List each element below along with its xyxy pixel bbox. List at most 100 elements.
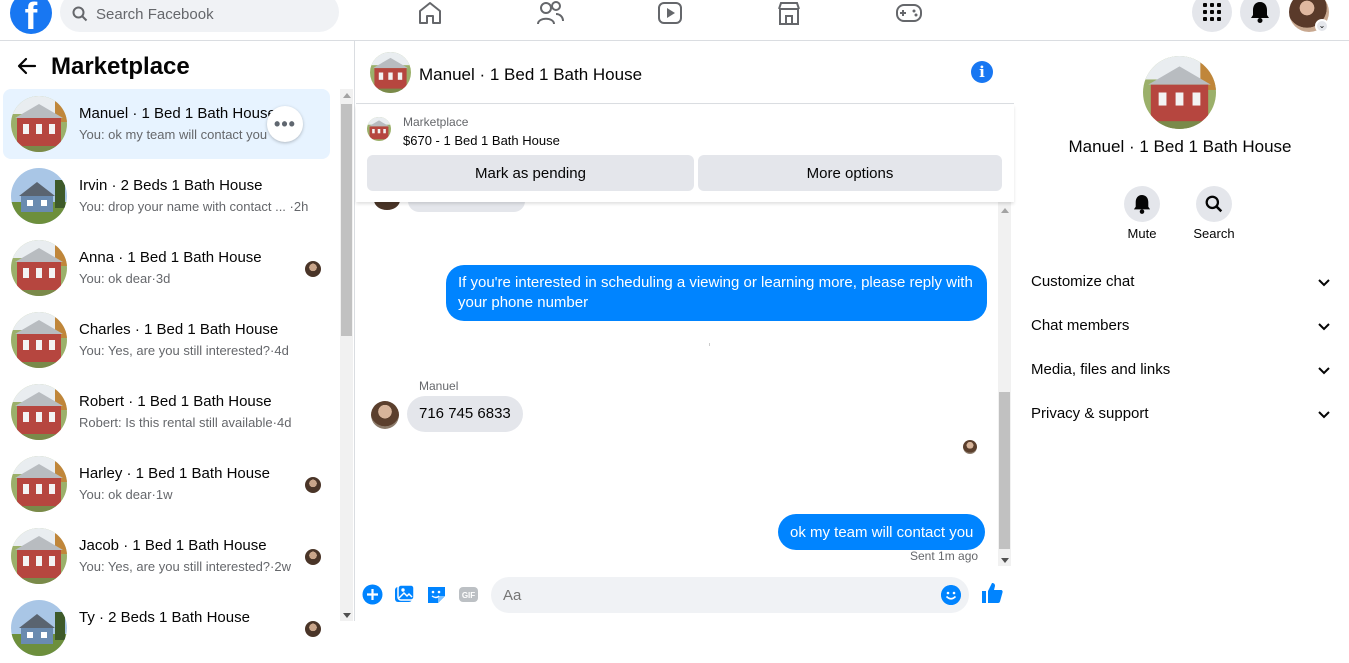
gif-icon[interactable]: GIF [458, 584, 479, 605]
sender-avatar[interactable] [371, 401, 399, 429]
banner-label: Marketplace [403, 115, 469, 129]
chat-title: Manuel · 1 Bed 1 Bath House [419, 65, 643, 84]
conversation-item[interactable]: Ty · 2 Beds 1 Bath House [3, 593, 330, 663]
participant-avatar [305, 477, 321, 493]
conversation-item[interactable]: Anna · 1 Bed 1 Bath House You: ok dear·3d [3, 233, 330, 303]
info-icon[interactable]: i [971, 61, 993, 83]
watch-icon[interactable] [656, 0, 684, 26]
facebook-logo[interactable]: f [10, 0, 52, 34]
message-bubble-outgoing[interactable]: ok my team will contact you [778, 514, 986, 550]
conversation-preview: You: Yes, are you still interested?·4d [79, 343, 289, 358]
marketplace-icon[interactable] [775, 0, 803, 26]
conversation-name: Ty · 2 Beds 1 Bath House [79, 609, 250, 626]
chevron-down-icon [1318, 411, 1330, 419]
conversation-thumbnail [11, 240, 67, 296]
conversation-thumbnail [11, 312, 67, 368]
conversation-thumbnail [11, 96, 67, 152]
conversation-item[interactable]: Charles · 1 Bed 1 Bath House You: Yes, ar… [3, 305, 330, 375]
section-label: Chat members [1031, 317, 1130, 334]
contact-name: Manuel · 1 Bed 1 Bath House [1068, 137, 1292, 156]
conversation-item[interactable]: Robert · 1 Bed 1 Bath House Robert: Is th… [3, 377, 330, 447]
search-conversation-button[interactable] [1196, 186, 1232, 222]
search-placeholder: Search Facebook [96, 5, 214, 23]
conversation-thumbnail [11, 456, 67, 512]
conversation-name: Irvin · 2 Beds 1 Bath House [79, 177, 263, 194]
top-navigation-bar: f Search Facebook ⌄ [0, 0, 1349, 41]
gaming-icon[interactable] [895, 0, 923, 26]
listing-thumbnail[interactable] [367, 117, 391, 141]
search-box[interactable]: Search Facebook [60, 0, 339, 32]
home-icon[interactable] [416, 0, 444, 26]
bell-icon [1133, 195, 1151, 214]
conversation-preview: You: Yes, are you still interested?·2w [79, 559, 291, 574]
chat-avatar[interactable] [370, 52, 411, 93]
conversation-thumbnail [11, 384, 67, 440]
conversation-preview: You: drop your name with contact ... ·2h [79, 199, 309, 214]
conversation-list-panel: Marketplace Manuel · 1 Bed 1 Bath House Y… [0, 41, 355, 656]
listing-title[interactable]: $670 - 1 Bed 1 Bath House [403, 133, 560, 148]
scroll-up-arrow-icon[interactable] [1001, 208, 1009, 213]
friends-icon[interactable] [536, 0, 564, 26]
photo-icon[interactable] [394, 584, 415, 605]
conversation-item[interactable]: Irvin · 2 Beds 1 Bath House You: drop you… [3, 161, 330, 231]
message-composer: GIF [356, 567, 1014, 621]
conversation-name: Anna · 1 Bed 1 Bath House [79, 249, 262, 266]
conversation-preview: You: ok my team will contact you [79, 127, 268, 142]
divider [709, 343, 710, 346]
message-bubble-incoming [408, 202, 525, 212]
chat-header: Manuel · 1 Bed 1 Bath House i [356, 41, 1014, 104]
message-input[interactable] [491, 577, 969, 613]
marketplace-listing-banner: Marketplace $670 - 1 Bed 1 Bath House Ma… [356, 105, 1014, 202]
info-section-media-files-and-links[interactable]: Media, files and links [1031, 361, 1331, 391]
conversation-item[interactable]: Harley · 1 Bed 1 Bath House You: ok dear·… [3, 449, 330, 519]
participant-avatar [305, 261, 321, 277]
conversation-preview: You: ok dear·3d [79, 271, 171, 286]
sender-name: Manuel [419, 379, 459, 393]
info-section-customize-chat[interactable]: Customize chat [1031, 273, 1331, 303]
mark-as-pending-button[interactable]: Mark as pending [367, 155, 694, 191]
scrollbar-thumb[interactable] [341, 104, 352, 336]
message-thread: If you're interested in scheduling a vie… [356, 202, 1014, 566]
conversation-thumbnail [11, 528, 67, 584]
emoji-icon[interactable] [941, 585, 961, 605]
sidebar-scrollbar[interactable] [340, 89, 353, 621]
scroll-up-arrow-icon[interactable] [343, 93, 351, 98]
mute-label: Mute [1127, 226, 1157, 241]
more-options-icon[interactable]: ••• [267, 106, 303, 142]
more-options-button[interactable]: More options [698, 155, 1002, 191]
message-bubble-outgoing[interactable]: If you're interested in scheduling a vie… [446, 265, 987, 321]
conversation-name: Harley · 1 Bed 1 Bath House [79, 465, 270, 482]
scroll-down-arrow-icon[interactable] [343, 613, 351, 618]
scrollbar-thumb[interactable] [999, 392, 1010, 549]
chat-scrollbar[interactable] [998, 202, 1011, 566]
message-status: Sent 1m ago [910, 549, 979, 563]
conversation-name: Manuel · 1 Bed 1 Bath House [79, 105, 276, 122]
like-icon[interactable] [981, 582, 1003, 604]
scroll-down-arrow-icon[interactable] [1001, 558, 1009, 563]
chevron-down-icon[interactable]: ⌄ [1315, 19, 1329, 33]
menu-grid-icon[interactable] [1192, 0, 1232, 32]
message-bubble-incoming[interactable]: 716 745 6833 [407, 396, 523, 432]
conversation-item[interactable]: Jacob · 1 Bed 1 Bath House You: Yes, are … [3, 521, 330, 591]
mute-button[interactable] [1124, 186, 1160, 222]
participant-avatar [305, 549, 321, 565]
conversation-item[interactable]: Manuel · 1 Bed 1 Bath House You: ok my te… [3, 89, 330, 159]
back-arrow-icon[interactable] [16, 55, 38, 77]
chevron-down-icon [1318, 367, 1330, 375]
conversation-name: Charles · 1 Bed 1 Bath House [79, 321, 279, 338]
info-section-chat-members[interactable]: Chat members [1031, 317, 1331, 347]
sticker-icon[interactable] [426, 584, 447, 605]
conversation-thumbnail [11, 600, 67, 656]
chat-panel: Manuel · 1 Bed 1 Bath House i Marketplac… [356, 41, 1014, 621]
sender-avatar [374, 202, 400, 210]
notifications-icon[interactable] [1240, 0, 1280, 32]
contact-avatar[interactable] [1143, 56, 1216, 129]
add-icon[interactable] [362, 584, 383, 605]
section-label: Customize chat [1031, 273, 1135, 290]
page-title: Marketplace [51, 53, 190, 80]
svg-text:GIF: GIF [462, 591, 475, 600]
conversation-info-panel: Manuel · 1 Bed 1 Bath House Mute Search … [1015, 41, 1349, 621]
info-section-privacy-support[interactable]: Privacy & support [1031, 405, 1331, 435]
conversation-thumbnail [11, 168, 67, 224]
conversation-name: Jacob · 1 Bed 1 Bath House [79, 537, 267, 554]
